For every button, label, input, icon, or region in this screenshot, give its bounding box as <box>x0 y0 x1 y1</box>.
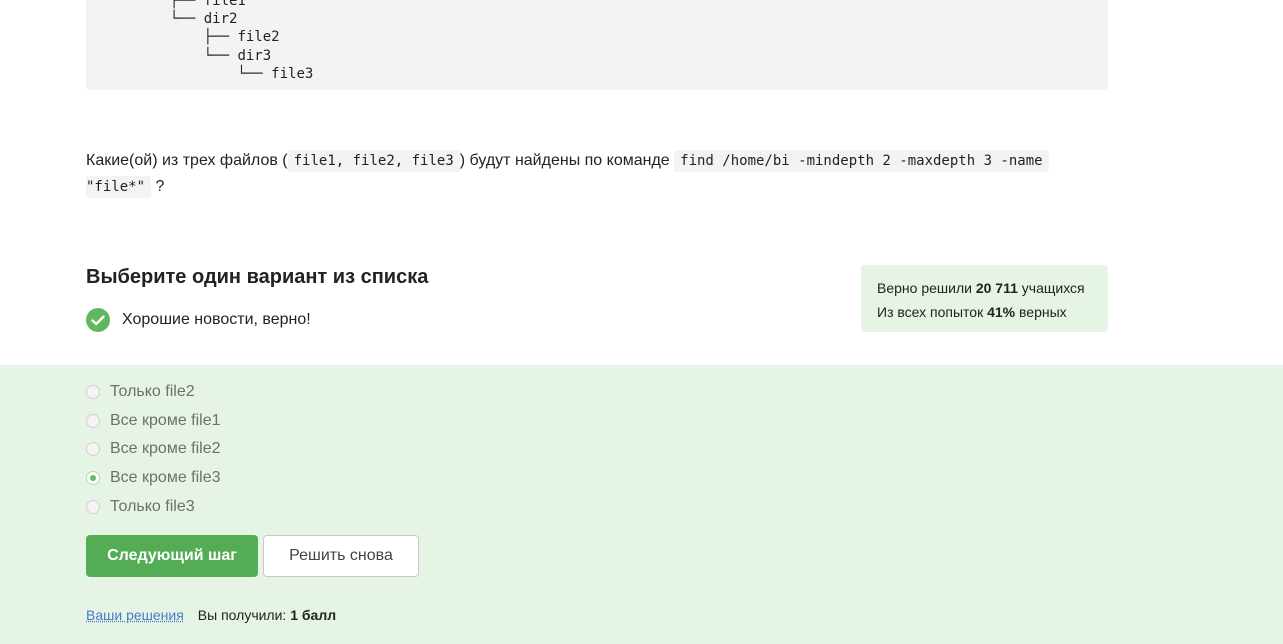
tree-prefix: ├── <box>170 29 238 45</box>
solved-count: 20 711 <box>975 280 1018 296</box>
option-item[interactable]: Все кроме file2 <box>86 435 221 464</box>
score-label: Вы получили: <box>197 607 287 623</box>
stats-box: Верно решили 20 711 учащихся Из всех поп… <box>861 265 1108 332</box>
option-item[interactable]: Все кроме file1 <box>86 407 221 436</box>
tree-item-dir3: dir3 <box>237 48 272 64</box>
solve-again-button[interactable]: Решить снова <box>263 535 419 577</box>
radio-button-checked[interactable] <box>86 471 100 486</box>
stats-label: учащихся <box>1021 280 1085 296</box>
command-inline-code-continued: "file*" <box>86 176 152 198</box>
tree-item-file1: file1 <box>203 0 246 9</box>
your-solutions-link[interactable]: Ваши решения <box>86 607 184 623</box>
correct-percent: 41% <box>987 304 1016 320</box>
radio-button[interactable] <box>86 413 100 428</box>
file-tree-code-block: ├── file1 └── dir2 ├── file2 └── dir3 └─… <box>86 0 1108 90</box>
option-label: Все кроме file3 <box>110 469 221 487</box>
radio-button[interactable] <box>86 499 100 514</box>
question-text: Какие(ой) из трех файлов (file1, file2, … <box>86 148 1116 200</box>
option-label: Только file3 <box>110 497 195 515</box>
option-label: Все кроме file2 <box>110 440 221 458</box>
tree-item-file2: file2 <box>237 29 280 45</box>
checkmark-icon <box>86 308 110 332</box>
option-label: Только file2 <box>110 383 195 401</box>
option-item-selected[interactable]: Все кроме file3 <box>86 464 221 493</box>
footer: Ваши решения Вы получили: 1 балл <box>86 607 336 623</box>
result-message: Хорошие новости, верно! <box>86 308 311 332</box>
next-step-button[interactable]: Следующий шаг <box>86 535 258 577</box>
tree-prefix: └── <box>170 66 272 82</box>
option-item[interactable]: Только file3 <box>86 492 221 521</box>
tree-item-file3: file3 <box>271 66 314 82</box>
option-label: Все кроме file1 <box>110 411 221 429</box>
stats-label: Верно решили <box>877 280 972 296</box>
question-text-part: Какие(ой) из трех файлов ( <box>86 152 288 169</box>
choose-title: Выберите один вариант из списка <box>86 266 429 288</box>
tree-line: └── dir3 <box>170 47 271 65</box>
files-inline-code: file1, file2, file3 <box>287 150 460 172</box>
tree-line: ├── file1 <box>170 0 246 10</box>
radio-button[interactable] <box>86 385 100 400</box>
stats-solved-line: Верно решили 20 711 учащихся <box>877 276 1092 300</box>
radio-button[interactable] <box>86 442 100 457</box>
tree-item-dir2: dir2 <box>203 11 238 27</box>
stats-label: Из всех попыток <box>877 304 984 320</box>
page: ├── file1 └── dir2 ├── file2 └── dir3 └─… <box>0 0 1283 644</box>
score-value: 1 балл <box>290 607 337 623</box>
option-item[interactable]: Только file2 <box>86 378 221 407</box>
tree-prefix: └── <box>170 11 204 27</box>
stats-attempts-line: Из всех попыток 41% верных <box>877 300 1092 324</box>
question-text-part: ) будут найдены по команде <box>459 152 670 169</box>
tree-line: └── dir2 <box>170 10 237 28</box>
options-list: Только file2 Все кроме file1 Все кроме f… <box>86 378 221 521</box>
result-message-text: Хорошие новости, верно! <box>122 311 311 328</box>
score-text: Вы получили: 1 балл <box>198 607 336 623</box>
tree-prefix: ├── <box>170 0 204 9</box>
tree-line: ├── file2 <box>170 28 280 46</box>
stats-label: верных <box>1019 304 1067 320</box>
tree-prefix: └── <box>170 48 238 64</box>
command-inline-code: find /home/bi -mindepth 2 -maxdepth 3 -n… <box>674 150 1049 172</box>
tree-line: └── file3 <box>170 65 313 83</box>
question-mark: ? <box>155 178 165 195</box>
